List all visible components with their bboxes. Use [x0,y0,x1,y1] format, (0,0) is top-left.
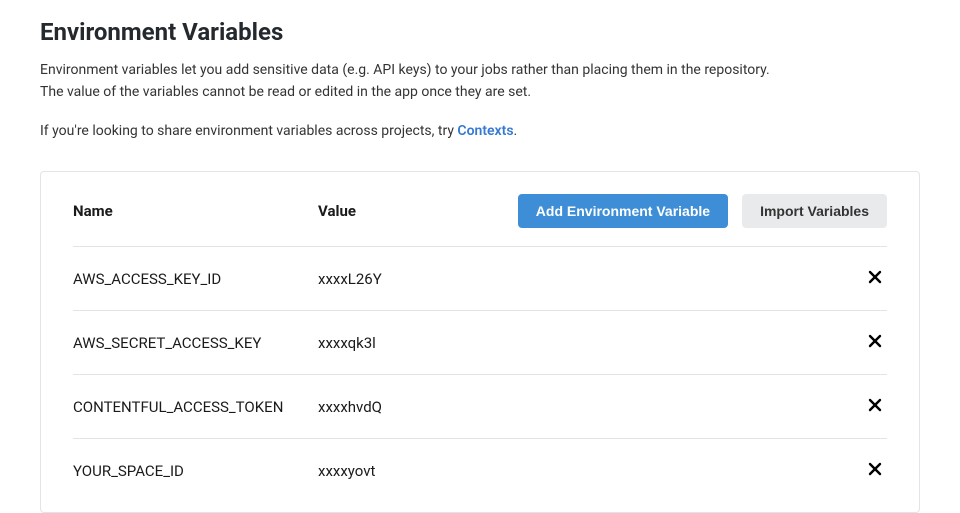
delete-button[interactable] [863,393,887,420]
close-icon [867,269,883,288]
col-header-name: Name [73,202,318,220]
contexts-suffix-text: . [514,123,518,139]
import-variables-button[interactable]: Import Variables [742,194,887,228]
table-row: AWS_SECRET_ACCESS_KEY xxxxqk3l [73,311,887,375]
env-var-name: CONTENTFUL_ACCESS_TOKEN [73,398,318,416]
close-icon [867,397,883,416]
delete-button[interactable] [863,265,887,292]
contexts-link[interactable]: Contexts [457,123,513,139]
env-var-value: xxxxhvdQ [318,398,857,416]
table-row: CONTENTFUL_ACCESS_TOKEN xxxxhvdQ [73,375,887,439]
header-actions: Add Environment Variable Import Variable… [518,194,887,228]
col-header-value: Value [318,202,518,220]
add-env-var-button[interactable]: Add Environment Variable [518,194,728,228]
env-var-value: xxxxyovt [318,462,857,480]
description-main: Environment variables let you add sensit… [40,60,780,103]
page-title: Environment Variables [40,18,920,46]
table-row: AWS_ACCESS_KEY_ID xxxxL26Y [73,247,887,311]
delete-button[interactable] [863,457,887,484]
close-icon [867,333,883,352]
env-var-name: AWS_ACCESS_KEY_ID [73,270,318,288]
close-icon [867,461,883,480]
delete-button[interactable] [863,329,887,356]
description-contexts: If you're looking to share environment v… [40,121,780,143]
env-var-name: AWS_SECRET_ACCESS_KEY [73,334,318,352]
env-var-value: xxxxqk3l [318,334,857,352]
env-var-value: xxxxL26Y [318,270,857,288]
table-header-row: Name Value Add Environment Variable Impo… [73,172,887,247]
env-var-name: YOUR_SPACE_ID [73,462,318,480]
env-vars-card: Name Value Add Environment Variable Impo… [40,171,920,513]
table-row: YOUR_SPACE_ID xxxxyovt [73,439,887,502]
contexts-prefix-text: If you're looking to share environment v… [40,123,457,139]
